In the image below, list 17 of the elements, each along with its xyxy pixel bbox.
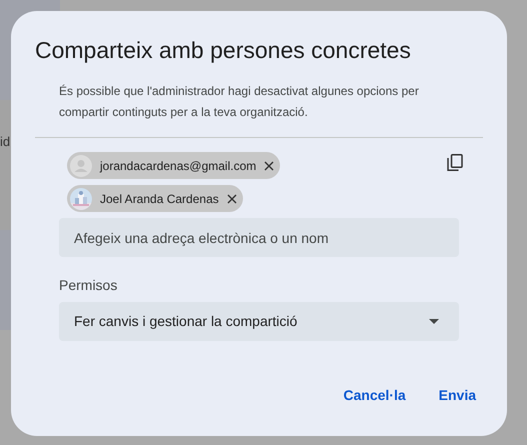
dialog-button[interactable]: Envia (430, 379, 485, 411)
caret-icon (429, 319, 439, 324)
recipient-input[interactable]: Afegeix una adreça electrònica o un nom (59, 218, 459, 257)
copy-icon[interactable] (447, 154, 463, 172)
close-icon[interactable] (226, 194, 237, 204)
dialog-button[interactable]: Cancel·la (334, 379, 415, 411)
permissions-select[interactable]: Fer canvis i gestionar la compartició (59, 302, 459, 341)
background-text: id (0, 133, 12, 151)
recipient-chip[interactable]: jorandacardenas@gmail.com (67, 152, 280, 179)
person-icon (70, 154, 92, 176)
chip-label: jorandacardenas@gmail.com (100, 158, 256, 174)
close-icon[interactable] (264, 160, 274, 170)
recipient-chip[interactable]: Joel Aranda Cardenas (67, 185, 243, 212)
permissions-label: Permisos (59, 276, 118, 295)
chip-label: Joel Aranda Cardenas (100, 190, 219, 208)
admin-note: És possible que l'administrador hagi desactivat algunes opcions per compartir continguts per a la teva organització. (59, 83, 420, 121)
dialog-title: Comparteix amb persones concretes (35, 36, 412, 64)
